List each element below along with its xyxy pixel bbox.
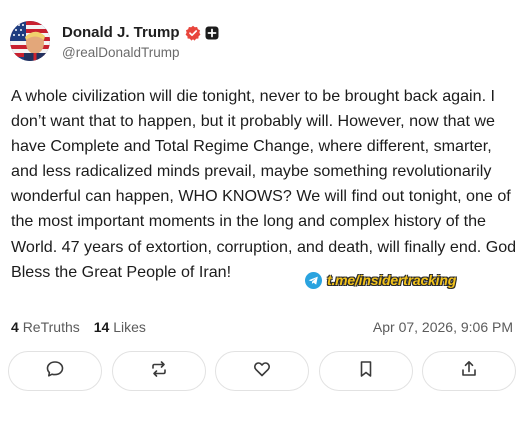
likes-count: 14 <box>93 319 110 335</box>
reply-button[interactable] <box>8 351 102 391</box>
heart-icon <box>252 359 272 384</box>
author-handle[interactable]: @realDonaldTrump <box>62 45 219 60</box>
likes-stat[interactable]: 14 Likes <box>94 319 146 335</box>
bookmark-button[interactable] <box>318 351 413 391</box>
plus-badge-icon <box>205 26 219 40</box>
repost-arrows-icon <box>149 359 169 384</box>
post-body-text: A whole civilization will die tonight, n… <box>11 87 517 281</box>
share-button[interactable] <box>422 351 516 391</box>
retruths-stat[interactable]: 4 ReTruths <box>11 319 80 335</box>
truth-post: Donald J. Trump @realDonaldTrump A whole… <box>0 0 530 421</box>
likes-label: Likes <box>113 319 146 335</box>
action-bar <box>8 351 516 391</box>
bookmark-icon <box>356 359 376 384</box>
speech-bubble-icon <box>45 359 65 384</box>
name-row: Donald J. Trump <box>62 23 219 43</box>
telegram-icon <box>305 271 322 289</box>
post-header: Donald J. Trump @realDonaldTrump <box>10 18 219 64</box>
post-timestamp[interactable]: Apr 07, 2026, 9:06 PM <box>373 319 513 335</box>
retruth-button[interactable] <box>111 351 206 391</box>
author-avatar[interactable] <box>10 21 50 61</box>
author-display-name[interactable]: Donald J. Trump <box>62 24 180 41</box>
telegram-watermark: t.me/insidertracking <box>305 271 456 289</box>
watermark-text: t.me/insidertracking <box>327 272 457 288</box>
verified-check-icon <box>185 25 201 41</box>
like-button[interactable] <box>215 351 309 391</box>
author-names: Donald J. Trump @realDonaldTrump <box>62 23 219 60</box>
retruths-label: ReTruths <box>22 319 80 335</box>
post-stats: 4 ReTruths 14 Likes <box>11 319 160 335</box>
share-upload-icon <box>459 359 479 384</box>
retruths-count: 4 <box>11 319 19 335</box>
